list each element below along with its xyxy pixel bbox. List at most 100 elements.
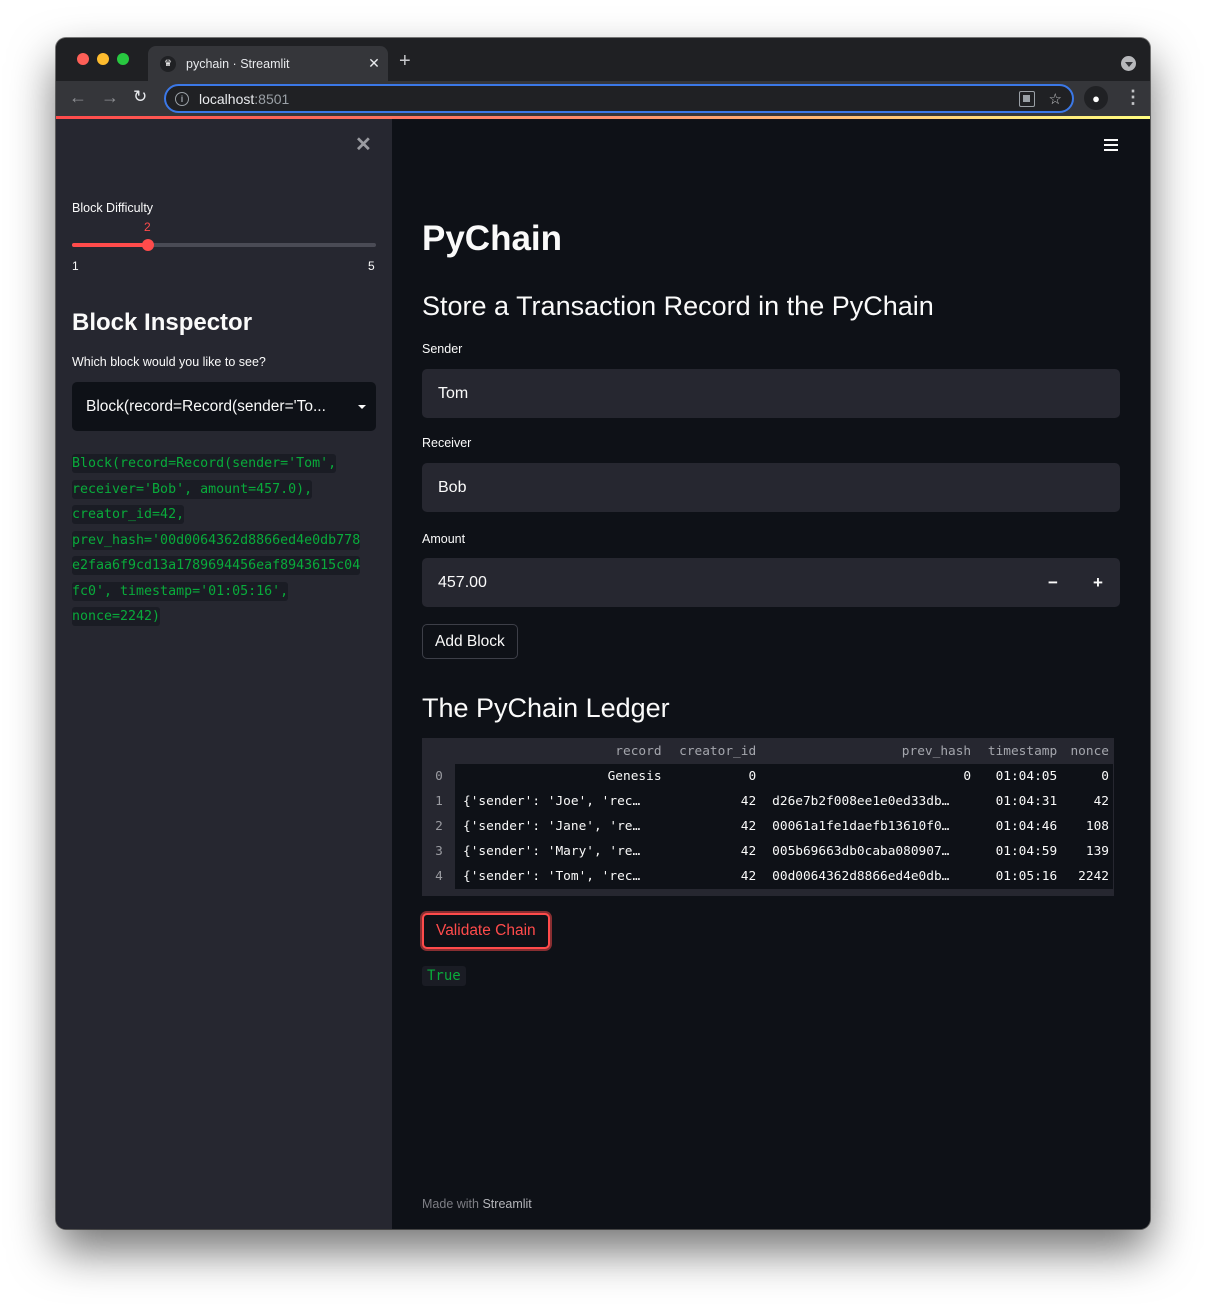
main-content: PyChain Store a Transaction Record in th… <box>422 119 1120 1229</box>
table-row: 0 Genesis 0 0 01:04:05 0 <box>423 764 1113 789</box>
row-index: 1 <box>423 789 455 814</box>
nonce-cell: 2242 <box>1061 864 1113 889</box>
block-output-line: receiver='Bob', amount=457.0), <box>72 479 313 499</box>
info-icon[interactable]: i <box>175 91 189 106</box>
prev-hash-cell: 0 <box>760 764 976 789</box>
validation-result: True <box>422 966 466 986</box>
column-header[interactable]: creator_id <box>666 739 761 764</box>
forward-arrow-icon[interactable]: → <box>101 87 119 108</box>
row-index: 0 <box>423 764 455 789</box>
slider-value: 2 <box>144 220 151 234</box>
sidebar: ✕ Block Difficulty 2 1 5 Block Inspector… <box>56 119 392 1229</box>
record-cell: Genesis <box>455 764 666 789</box>
tab-search-dropdown-icon[interactable] <box>1121 56 1136 71</box>
column-header[interactable]: record <box>455 739 666 764</box>
block-select[interactable]: Block(record=Record(sender='To... <box>72 382 376 431</box>
address-bar[interactable]: i localhost:8501 ☆ <box>164 84 1074 113</box>
close-window-button[interactable] <box>77 53 89 65</box>
receiver-label: Receiver <box>422 436 472 450</box>
sender-input[interactable]: Tom <box>422 369 1120 418</box>
prev-hash-cell: 00d0064362d8866ed4e0db… <box>760 864 976 889</box>
record-cell: {'sender': 'Jane', 're… <box>455 814 666 839</box>
back-arrow-icon[interactable]: ← <box>69 87 87 108</box>
amount-input[interactable]: 457.00 − + <box>422 558 1120 607</box>
block-output-line: Block(record=Record(sender='Tom', <box>72 454 337 473</box>
column-header[interactable]: timestamp <box>975 739 1061 764</box>
block-difficulty-slider[interactable] <box>72 239 376 251</box>
browser-toolbar: ← → ↻ i localhost:8501 ☆ ● ⋮ <box>56 81 1150 116</box>
nonce-cell: 42 <box>1061 789 1113 814</box>
validate-chain-button[interactable]: Validate Chain <box>422 913 550 949</box>
tab-strip: ♛ pychain · Streamlit ✕ + <box>56 38 1150 81</box>
amount-value: 457.00 <box>438 573 487 591</box>
new-tab-plus-icon[interactable]: + <box>399 50 411 73</box>
add-block-button[interactable]: Add Block <box>422 624 518 659</box>
browser-tab[interactable]: ♛ pychain · Streamlit ✕ <box>148 46 388 81</box>
prev-hash-cell: 005b69663db0caba080907… <box>760 839 976 864</box>
url-port: :8501 <box>254 90 290 107</box>
block-output-line: prev_hash='00d0064362d8866ed4e0db778 <box>72 530 361 550</box>
table-row: 4 {'sender': 'Tom', 'rec… 42 00d0064362d886… <box>423 864 1113 889</box>
slider-label: Block Difficulty <box>72 201 154 215</box>
prev-hash-cell: d26e7b2f008ee1e0ed33db… <box>760 789 976 814</box>
tab-close-icon[interactable]: ✕ <box>360 55 388 72</box>
menu-kebab-icon[interactable]: ⋮ <box>1124 87 1142 108</box>
table-row: 3 {'sender': 'Mary', 're… 42 005b69663db0ca… <box>423 839 1113 864</box>
creator-id-cell: 0 <box>665 764 761 789</box>
page-title: PyChain <box>422 219 563 258</box>
block-inspector-heading: Block Inspector <box>72 309 253 336</box>
close-icon[interactable]: ✕ <box>355 132 372 157</box>
timestamp-cell: 01:05:16 <box>975 864 1062 889</box>
ledger-heading: The PyChain Ledger <box>422 693 670 723</box>
slider-thumb[interactable] <box>142 239 154 251</box>
streamlit-link[interactable]: Streamlit <box>482 1197 531 1211</box>
timestamp-cell: 01:04:59 <box>975 839 1062 864</box>
creator-id-cell: 42 <box>665 814 761 839</box>
increment-button[interactable]: + <box>1076 558 1120 607</box>
table-row: 1 {'sender': 'Joe', 'rec… 42 d26e7b2f008ee1… <box>423 789 1113 814</box>
column-header[interactable]: prev_hash <box>760 739 975 764</box>
block-output-line: e2faa6f9cd13a1789694456eaf8943615c04 <box>72 556 361 575</box>
profile-icon[interactable]: ● <box>1084 86 1108 110</box>
caret-down-icon <box>348 405 376 409</box>
column-header[interactable]: nonce <box>1061 739 1113 764</box>
creator-id-cell: 42 <box>665 789 761 814</box>
browser-window: ♛ pychain · Streamlit ✕ + ← → ↻ i localh… <box>56 38 1150 1229</box>
maximize-window-button[interactable] <box>117 53 129 65</box>
streamlit-app: ✕ Block Difficulty 2 1 5 Block Inspector… <box>56 119 1150 1229</box>
creator-id-cell: 42 <box>665 839 761 864</box>
tab-title: pychain · Streamlit <box>186 56 290 71</box>
qr-code-icon[interactable] <box>1018 91 1035 107</box>
prev-hash-cell: 00061a1fe1daefb13610f0… <box>760 814 976 839</box>
ledger-table: record creator_id prev_hash timestamp nonce … <box>422 738 1114 896</box>
receiver-value: Bob <box>438 478 467 496</box>
creator-id-cell: 42 <box>665 864 761 889</box>
block-output-line: nonce=2242) <box>72 607 161 626</box>
block-output-line: fc0', timestamp='01:05:16', <box>72 581 289 601</box>
footer: Made with Streamlit <box>422 1197 532 1211</box>
select-value: Block(record=Record(sender='To... <box>86 397 326 415</box>
slider-min: 1 <box>72 259 79 273</box>
nonce-cell: 0 <box>1061 764 1113 789</box>
star-icon[interactable]: ☆ <box>1049 90 1062 108</box>
row-index: 2 <box>423 814 455 839</box>
record-cell: {'sender': 'Mary', 're… <box>455 839 666 864</box>
decrement-button[interactable]: − <box>1031 558 1075 607</box>
select-label: Which block would you like to see? <box>72 355 266 369</box>
table-row: 2 {'sender': 'Jane', 're… 42 00061a1fe1daef… <box>423 814 1113 839</box>
reload-icon[interactable]: ↻ <box>133 87 147 107</box>
row-index: 3 <box>423 839 455 864</box>
column-header[interactable] <box>423 739 455 764</box>
record-cell: {'sender': 'Joe', 'rec… <box>455 789 666 814</box>
nonce-cell: 139 <box>1061 839 1113 864</box>
sender-label: Sender <box>422 342 463 356</box>
sender-value: Tom <box>438 384 469 402</box>
slider-max: 5 <box>368 259 375 273</box>
block-output-line: creator_id=42, <box>72 505 185 524</box>
minimize-window-button[interactable] <box>97 53 109 65</box>
nonce-cell: 108 <box>1061 814 1113 839</box>
timestamp-cell: 01:04:46 <box>975 814 1062 839</box>
row-index: 4 <box>423 864 455 889</box>
receiver-input[interactable]: Bob <box>422 463 1120 512</box>
amount-label: Amount <box>422 532 466 546</box>
